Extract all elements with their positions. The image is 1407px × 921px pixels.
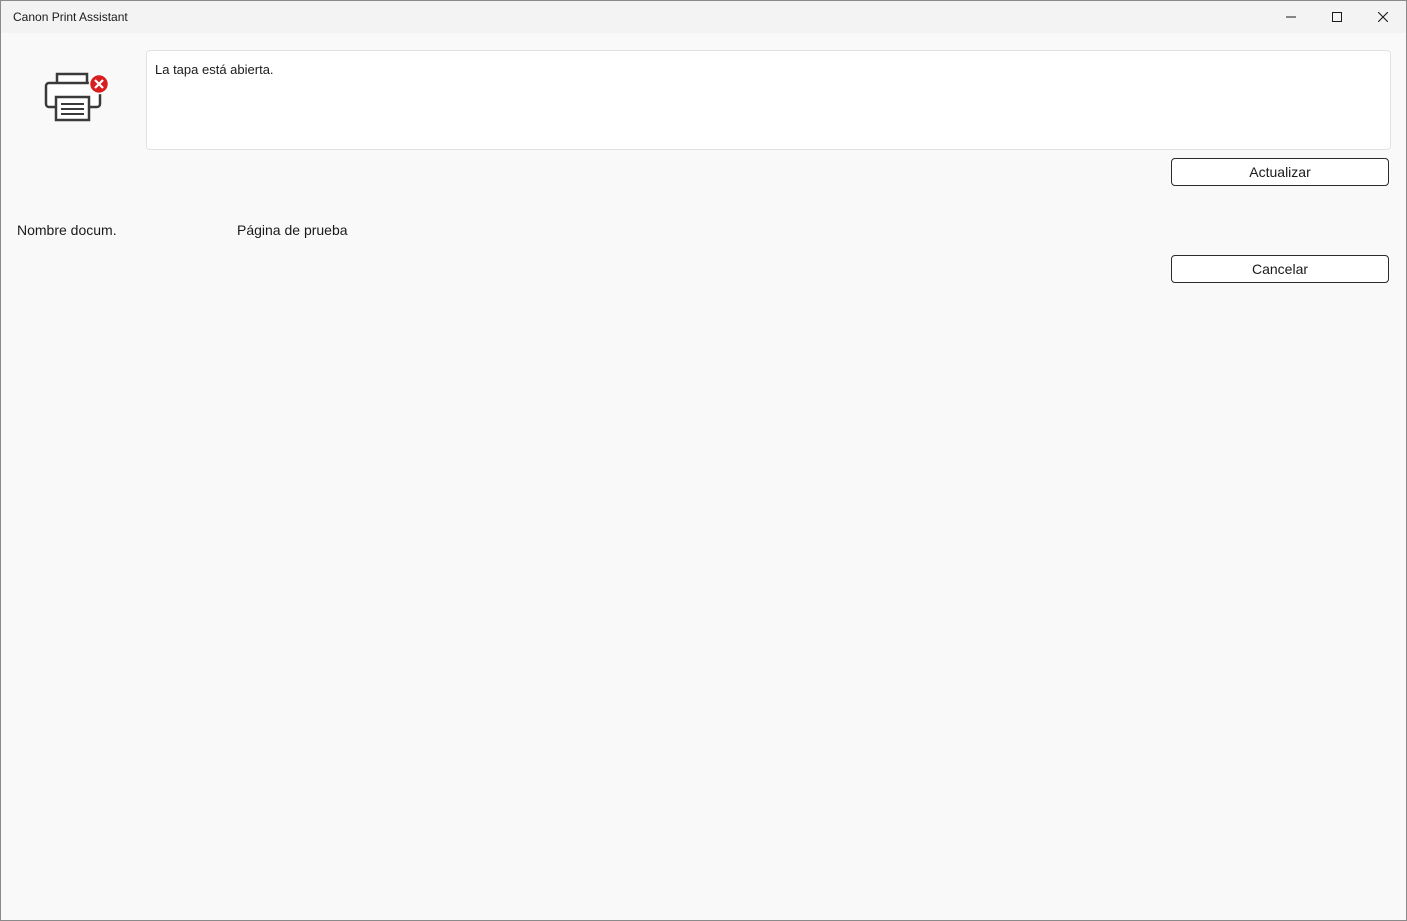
close-icon — [1378, 12, 1388, 22]
status-message-box: La tapa está abierta. — [146, 50, 1391, 150]
cancel-button[interactable]: Cancelar — [1171, 255, 1389, 283]
refresh-button[interactable]: Actualizar — [1171, 158, 1389, 186]
window-title: Canon Print Assistant — [13, 10, 128, 24]
document-name-value: Página de prueba — [237, 222, 348, 238]
minimize-button[interactable] — [1268, 1, 1314, 33]
minimize-icon — [1286, 16, 1296, 18]
close-button[interactable] — [1360, 1, 1406, 33]
document-name-label: Nombre docum. — [17, 222, 117, 238]
maximize-icon — [1332, 12, 1342, 22]
status-message: La tapa está abierta. — [155, 62, 274, 77]
printer-error-icon — [44, 72, 110, 122]
error-badge-icon — [88, 73, 110, 95]
title-bar[interactable]: Canon Print Assistant — [1, 1, 1406, 33]
maximize-button[interactable] — [1314, 1, 1360, 33]
app-window: Canon Print Assistant La tapa está abier… — [0, 0, 1407, 921]
